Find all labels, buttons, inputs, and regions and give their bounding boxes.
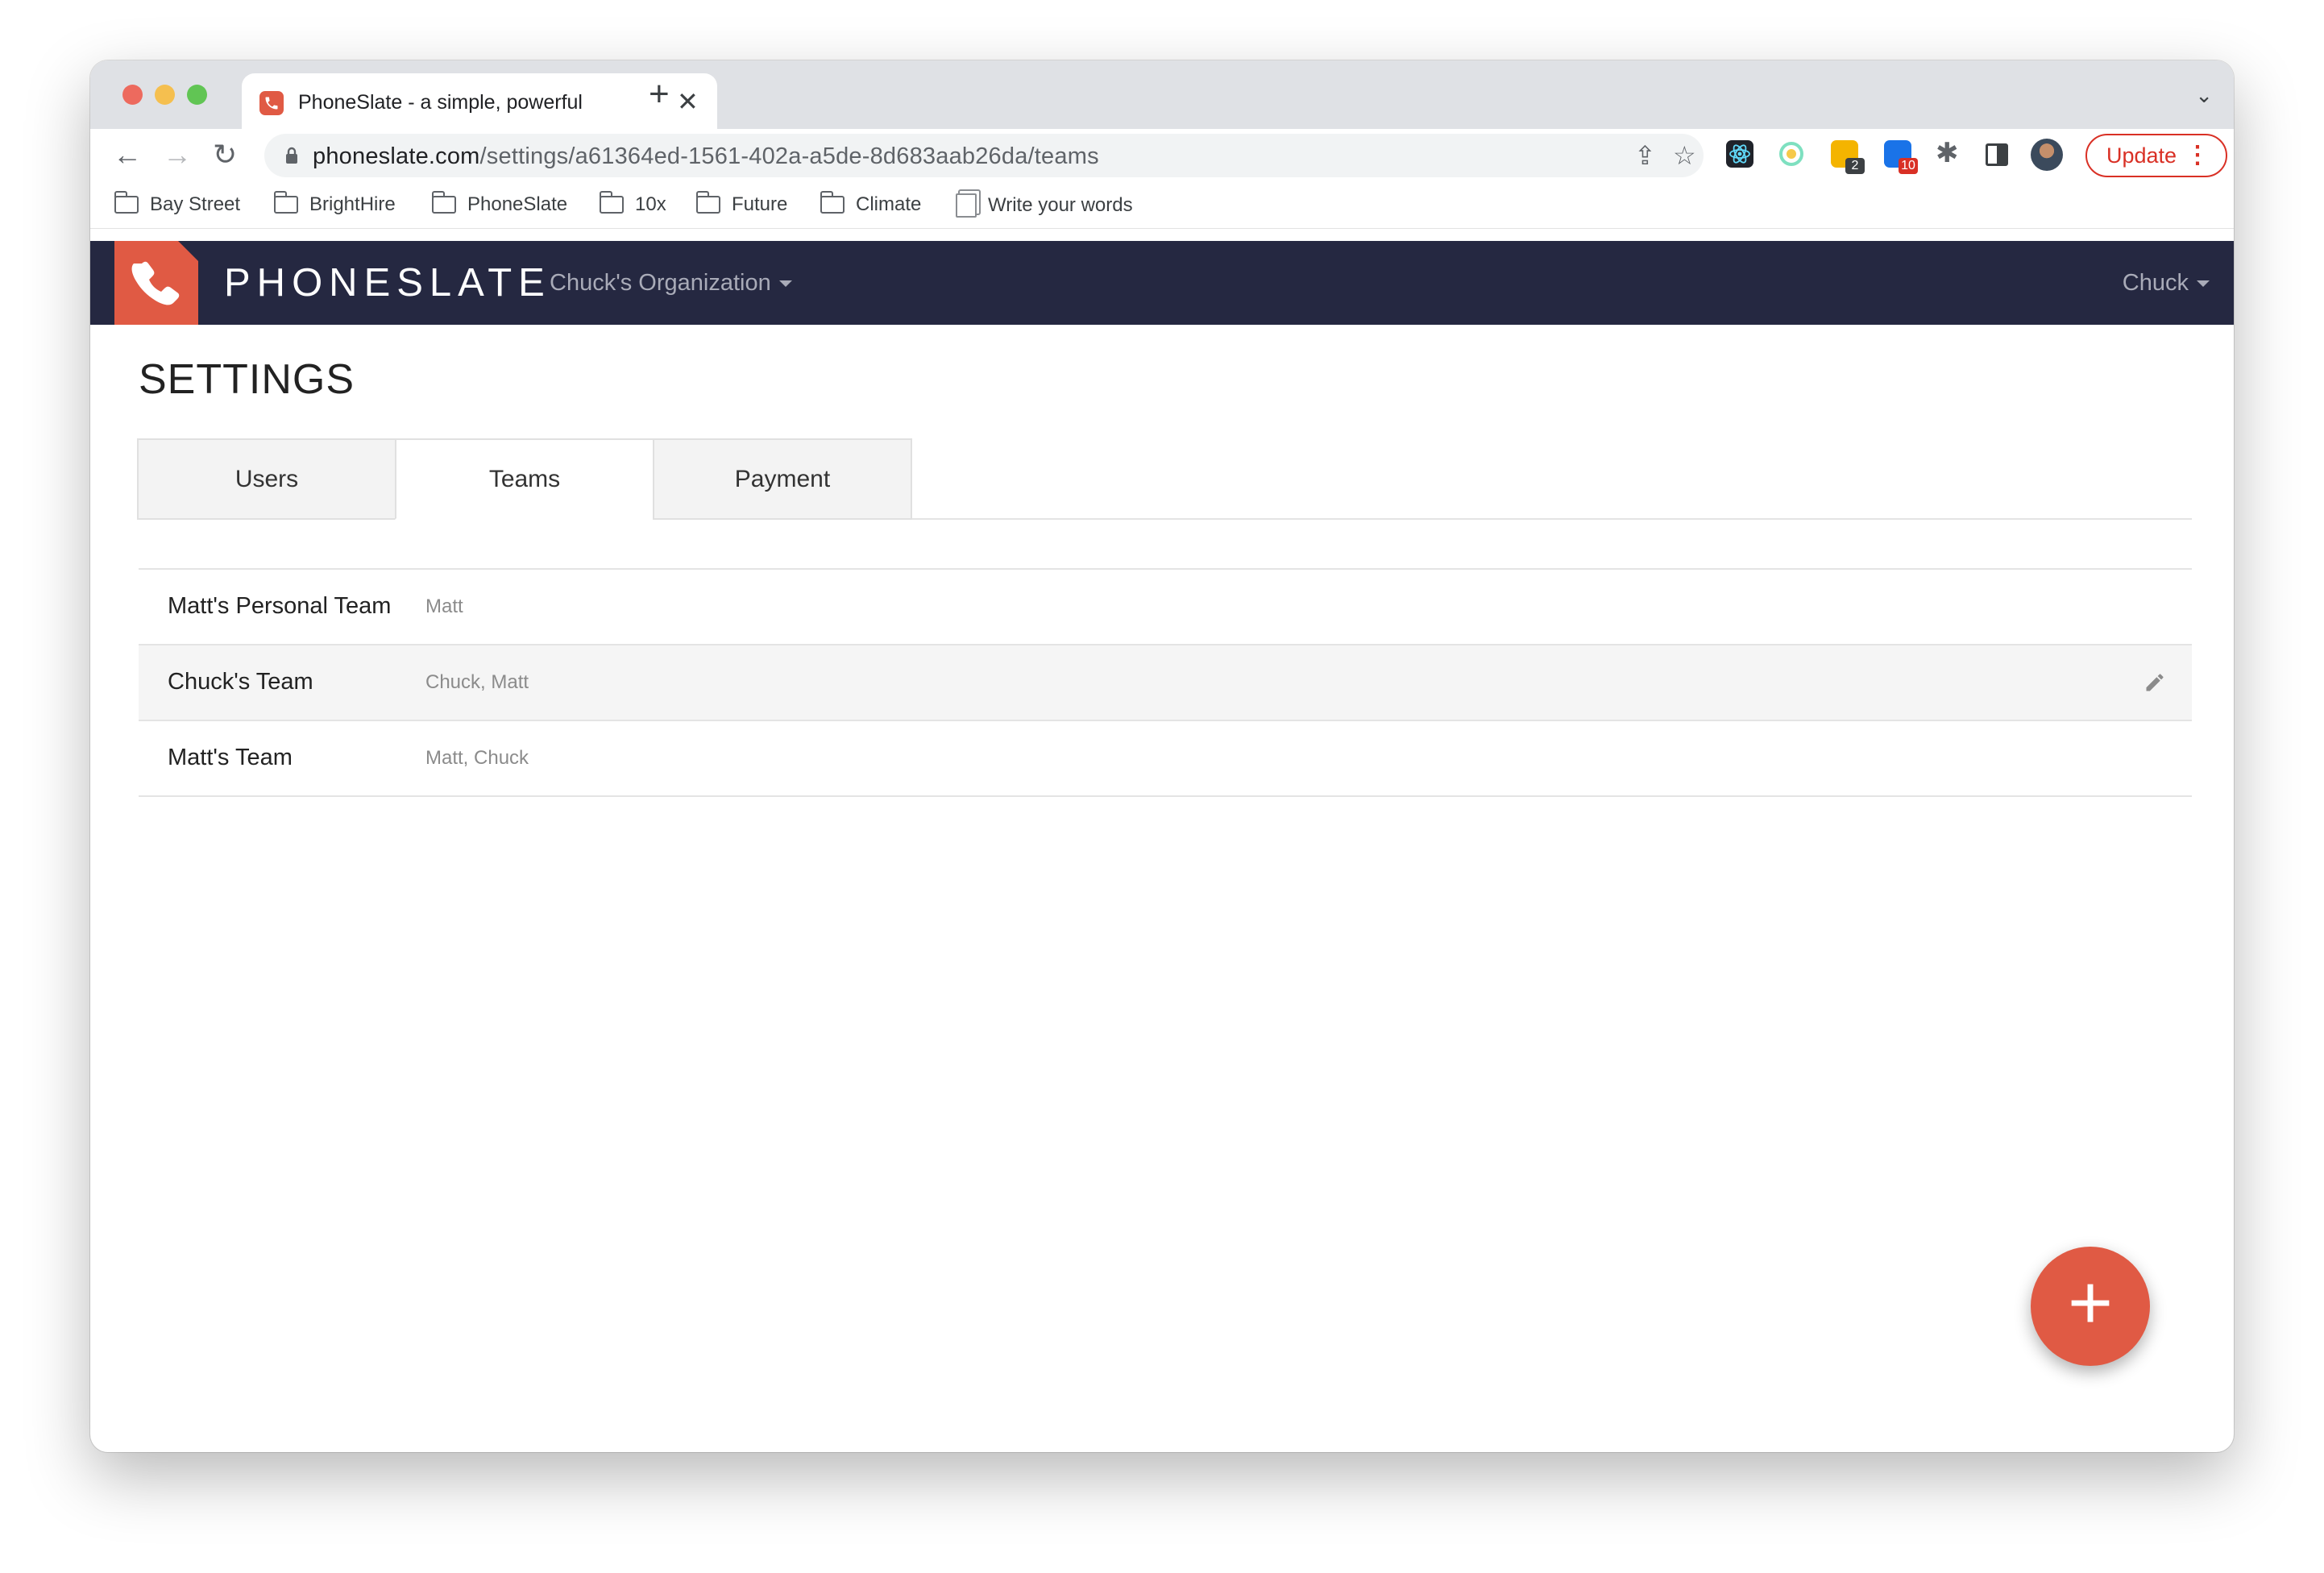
color-picker-icon[interactable]: [1778, 140, 1805, 168]
share-icon[interactable]: ⇪: [1634, 142, 1656, 169]
team-members: Chuck, Matt: [425, 671, 529, 693]
bookmark-label: Future: [732, 193, 788, 215]
user-name: Chuck: [2122, 270, 2189, 296]
side-panel-icon[interactable]: [1986, 143, 2008, 166]
browser-window: PhoneSlate - a simple, powerful ✕ + ⌄ ← …: [90, 60, 2234, 1452]
phoneslate-favicon-icon: [259, 91, 284, 115]
react-devtools-icon[interactable]: [1726, 140, 1753, 168]
team-members: Matt, Chuck: [425, 747, 529, 769]
tab-teams[interactable]: Teams: [395, 438, 654, 520]
folder-icon: [431, 191, 456, 214]
user-menu-dropdown[interactable]: Chuck: [2123, 270, 2210, 297]
team-row[interactable]: Matt's Personal Team Matt: [139, 570, 2192, 645]
tab-payment[interactable]: Payment: [653, 438, 912, 520]
bookmark-star-icon[interactable]: ☆: [1673, 142, 1696, 169]
bookmarks-bar: Bay Street BrightHire PhoneSlate 10x Fut…: [90, 182, 2234, 229]
sticky-notes-badge: 2: [1845, 158, 1865, 174]
bookmark-phoneslate[interactable]: PhoneSlate: [431, 191, 568, 216]
settings-tabs: Users Teams Payment: [137, 438, 2192, 520]
minimize-window-button[interactable]: [155, 85, 175, 105]
new-tab-button[interactable]: +: [649, 77, 670, 112]
bookmark-10x[interactable]: 10x: [599, 191, 666, 216]
document-icon: [956, 193, 977, 218]
bookmark-label: Write your words: [988, 194, 1133, 216]
bookmark-bay-street[interactable]: Bay Street: [114, 191, 241, 216]
bookmark-future[interactable]: Future: [695, 191, 788, 216]
team-list: Matt's Personal Team Matt Chuck's Team C…: [139, 568, 2192, 797]
tab-close-icon[interactable]: ✕: [677, 88, 699, 115]
tab-title: PhoneSlate - a simple, powerful: [298, 91, 583, 114]
folder-icon: [695, 191, 720, 214]
pencil-edit-icon[interactable]: [2143, 671, 2166, 694]
team-row[interactable]: Chuck's Team Chuck, Matt: [139, 645, 2192, 721]
bookmark-climate[interactable]: Climate: [820, 191, 922, 216]
back-arrow-icon[interactable]: ←: [113, 137, 142, 172]
folder-icon: [820, 191, 845, 214]
folder-icon: [599, 191, 624, 214]
url-path: /settings/a61364ed-1561-402a-a5de-8d683a…: [479, 143, 1099, 169]
address-bar[interactable]: phoneslate.com/settings/a61364ed-1561-40…: [264, 134, 1704, 177]
folder-icon: [273, 191, 298, 214]
url-text: phoneslate.com/settings/a61364ed-1561-40…: [313, 143, 1099, 170]
checker-badge: 10: [1899, 158, 1918, 174]
app-header: PHONESLATE Chuck's Organization Chuck: [90, 241, 2234, 325]
add-team-button[interactable]: +: [2031, 1247, 2150, 1366]
page-title: SETTINGS: [139, 356, 355, 403]
team-name: Chuck's Team: [168, 669, 313, 695]
team-name: Matt's Team: [168, 745, 293, 770]
sticky-notes-icon[interactable]: 2: [1831, 140, 1865, 174]
bookmark-brighthire[interactable]: BrightHire: [273, 191, 396, 216]
bookmark-write-your-words[interactable]: Write your words: [956, 193, 1133, 218]
app-brand[interactable]: PHONESLATE: [224, 260, 551, 305]
browser-tab-phoneslate[interactable]: PhoneSlate - a simple, powerful ✕: [242, 73, 717, 129]
browser-toolbar: ← → ↻ phoneslate.com/settings/a61364ed-1…: [90, 129, 2234, 182]
phoneslate-logo-icon[interactable]: [114, 241, 198, 325]
maximize-window-button[interactable]: [187, 85, 207, 105]
organization-dropdown[interactable]: Chuck's Organization: [550, 270, 792, 297]
forward-arrow-icon[interactable]: →: [163, 137, 192, 172]
url-host: phoneslate.com: [313, 143, 480, 169]
browser-update-button[interactable]: Update ⋮: [2085, 134, 2227, 177]
bookmark-label: Bay Street: [150, 193, 241, 215]
bookmark-label: BrightHire: [309, 193, 396, 215]
tab-search-chevron-icon[interactable]: ⌄: [2195, 83, 2213, 108]
tab-strip: PhoneSlate - a simple, powerful ✕ + ⌄: [90, 60, 2234, 129]
organization-name: Chuck's Organization: [550, 270, 771, 296]
folder-icon: [114, 191, 139, 214]
checker-icon[interactable]: 10: [1884, 140, 1918, 174]
close-window-button[interactable]: [122, 85, 143, 105]
tab-users[interactable]: Users: [137, 438, 396, 520]
extensions-puzzle-icon[interactable]: ✱: [1936, 135, 1959, 171]
profile-avatar[interactable]: [2031, 139, 2063, 171]
update-label: Update: [2106, 143, 2177, 168]
team-name: Matt's Personal Team: [168, 593, 392, 619]
team-members: Matt: [425, 596, 463, 617]
lock-icon: [286, 147, 297, 164]
caret-down-icon: [2197, 280, 2210, 288]
bookmark-label: PhoneSlate: [467, 193, 568, 215]
bookmark-label: 10x: [635, 193, 666, 215]
more-vert-icon[interactable]: ⋮: [2185, 135, 2210, 176]
reload-icon[interactable]: ↻: [213, 137, 237, 172]
caret-down-icon: [778, 280, 792, 288]
bookmark-label: Climate: [856, 193, 922, 215]
team-row[interactable]: Matt's Team Matt, Chuck: [139, 721, 2192, 797]
